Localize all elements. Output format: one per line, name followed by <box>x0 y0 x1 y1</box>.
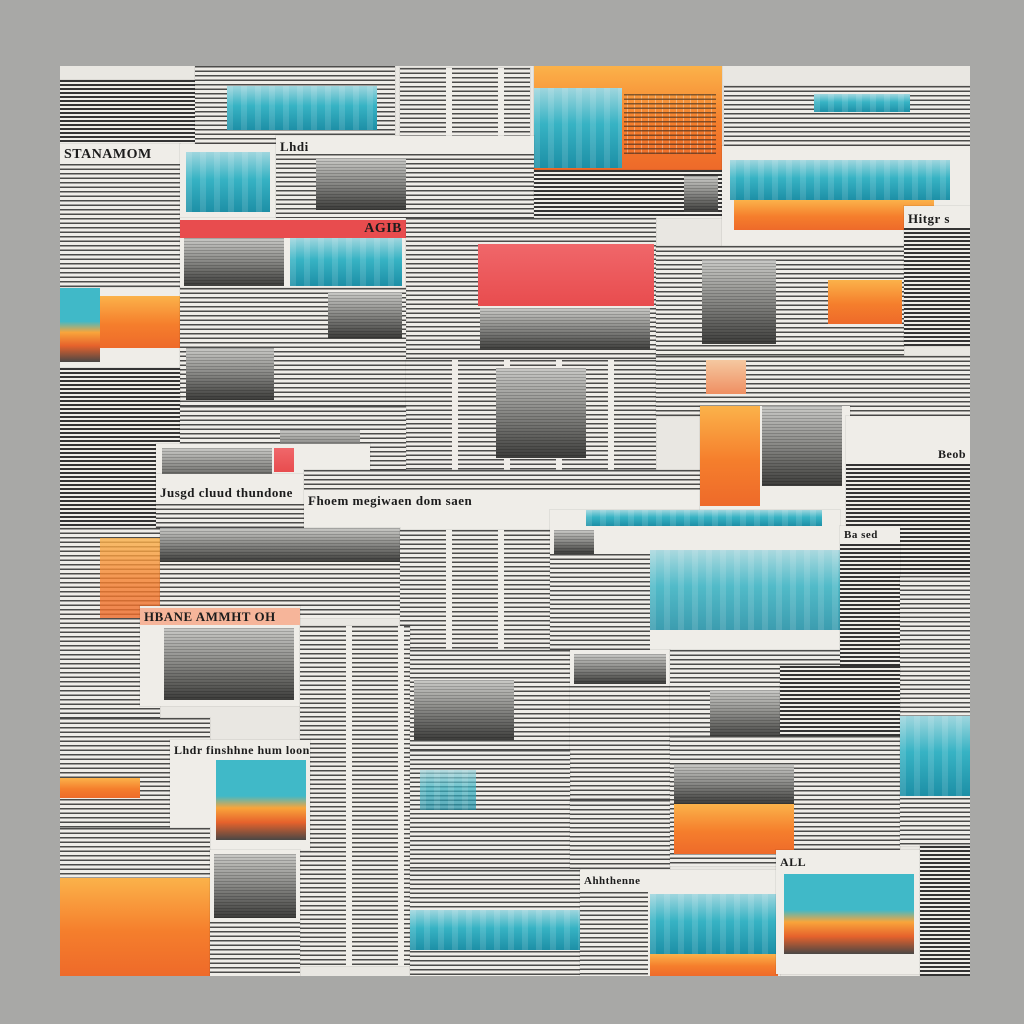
teal-photo <box>900 716 970 796</box>
newspaper-clipping <box>534 66 722 170</box>
gray-photo <box>214 854 296 918</box>
newspaper-clipping <box>700 406 850 526</box>
teal-photo <box>227 86 377 130</box>
newspaper-clipping <box>160 528 400 618</box>
gray-photo <box>496 368 586 458</box>
orange-photo <box>828 280 902 324</box>
newspaper-clipping: HBANE AMMHT OH <box>140 606 300 706</box>
newspaper-clipping <box>406 218 656 360</box>
newspaper-clipping: STANAMOM <box>60 144 180 294</box>
newspaper-clipping <box>900 716 970 846</box>
gray-photo <box>316 158 406 210</box>
gray-photo <box>554 530 594 554</box>
newspaper-clipping <box>60 288 180 368</box>
red-photo <box>478 244 654 306</box>
newspaper-clipping <box>406 360 656 470</box>
gray-photo <box>414 680 514 740</box>
newspaper-clipping <box>570 800 670 870</box>
newspaper-clipping <box>570 650 670 800</box>
clipping-headline: Ba sed <box>840 528 900 543</box>
teal-photo <box>586 510 822 526</box>
newspaper-clipping <box>670 736 900 866</box>
newspaper-clipping: ALL <box>776 850 920 974</box>
newspaper-clipping <box>300 626 410 966</box>
gray-photo <box>184 238 284 286</box>
teal-photo <box>534 88 622 168</box>
clipping-headline: Hitgr s <box>904 210 970 227</box>
newspaper-clipping: AGIB <box>180 218 406 288</box>
newspaper-clipping: Hitgr s <box>904 206 970 346</box>
gray-photo <box>684 176 718 212</box>
sunset-photo <box>216 760 306 840</box>
newspaper-clipping <box>724 86 970 146</box>
newspaper-clipping <box>656 246 904 356</box>
newspaper-clipping: Lhdi <box>276 136 534 218</box>
teal-photo <box>814 94 910 112</box>
newspaper-clipping: Jusgd cluud thundone <box>156 474 306 532</box>
teal-photo <box>730 160 950 200</box>
newspaper-clipping <box>410 870 580 976</box>
newspaper-clipping <box>180 144 276 218</box>
newspaper-clipping <box>60 828 210 976</box>
clipping-headline: Jusgd cluud thundone <box>156 484 306 501</box>
newspaper-clipping <box>400 530 550 650</box>
teal-photo <box>650 550 840 630</box>
gray-photo <box>674 764 794 804</box>
newspaper-clipping <box>60 80 195 150</box>
orange-photo <box>700 406 760 506</box>
newspaper-clipping <box>920 846 970 976</box>
clipping-headline: Lhdr finshhne hum loon <box>170 742 310 758</box>
clipping-headline: Ahhthenne <box>580 874 780 889</box>
newspaper-clipping <box>900 576 970 716</box>
newspaper-collage: STANAMOM Lhdi AGIB Hitgr s Jusgd cluud t… <box>60 66 970 976</box>
teal-photo <box>650 894 778 954</box>
peach-photo <box>706 360 746 394</box>
newspaper-clipping <box>210 850 300 976</box>
orange-photo <box>60 878 210 976</box>
orange-photo <box>650 954 778 976</box>
gray-photo <box>480 308 650 350</box>
newspaper-clipping <box>780 666 900 736</box>
clipping-headline: Fhoem megiwaen dom saen <box>304 492 704 509</box>
sunset-photo <box>60 288 100 362</box>
orange-photo <box>674 804 794 854</box>
gray-photo <box>762 406 842 486</box>
teal-photo <box>186 152 270 212</box>
clipping-headline: AGIB <box>180 220 406 238</box>
red-photo <box>274 448 294 472</box>
newspaper-clipping: Ahhthenne <box>580 870 780 976</box>
newspaper-clipping <box>410 650 570 750</box>
newspaper-clipping <box>400 68 530 140</box>
newspaper-clipping <box>180 288 406 406</box>
teal-photo <box>420 770 476 810</box>
clipping-headline: ALL <box>776 854 920 870</box>
clipping-headline: Lhdi <box>276 138 534 155</box>
sunset-photo <box>784 874 914 954</box>
teal-photo <box>290 238 402 286</box>
gray-photo <box>186 348 274 400</box>
orange-photo <box>100 296 180 348</box>
teal-photo <box>410 910 580 950</box>
newspaper-clipping <box>195 66 395 144</box>
gray-photo <box>702 260 776 344</box>
clipping-headline: STANAMOM <box>60 146 180 164</box>
gray-photo <box>328 292 402 338</box>
gray-photo <box>164 628 294 700</box>
newspaper-clipping <box>534 170 722 218</box>
gray-photo <box>574 654 666 684</box>
newspaper-clipping <box>550 510 840 650</box>
orange-photo <box>60 778 140 798</box>
gray-photo <box>160 528 400 562</box>
clipping-headline: HBANE AMMHT OH <box>140 608 300 625</box>
newspaper-clipping <box>410 750 570 870</box>
clipping-headline: Beob <box>846 446 970 462</box>
